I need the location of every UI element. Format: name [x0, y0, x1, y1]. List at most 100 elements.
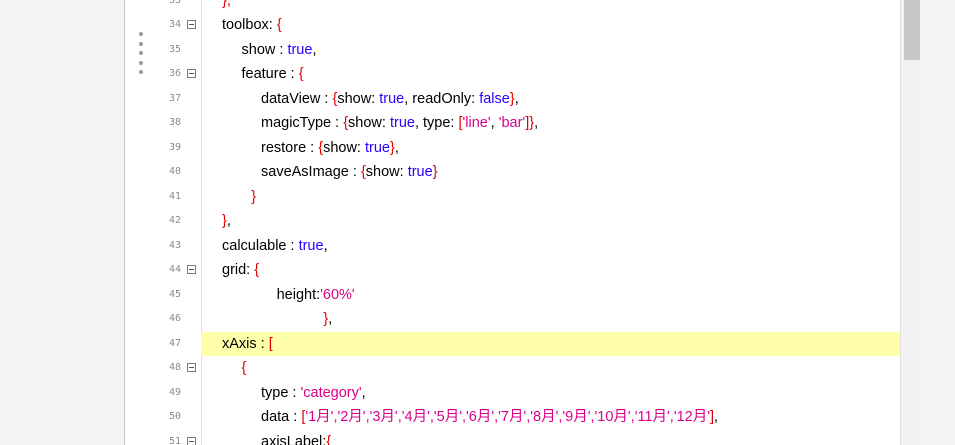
code-line[interactable]: 50 data : ['1月','2月','3月','4月','5月','6月',…	[125, 405, 900, 430]
line-number: 47	[169, 337, 182, 349]
fold-toggle-icon[interactable]	[187, 363, 196, 372]
code-punctuation: {	[254, 262, 260, 278]
code-string: '1月','2月','3月','4月','5月','6月','7月','8月',…	[305, 409, 710, 425]
code-token: show:	[365, 164, 408, 180]
code-line-active[interactable]: 47 xAxis : [	[125, 331, 900, 357]
code-token: ,	[226, 213, 231, 229]
code-line[interactable]: 42},	[125, 209, 900, 234]
active-line-highlight	[201, 331, 900, 356]
code-string: '60%'	[320, 286, 355, 303]
code-line[interactable]: 44 grid: {	[125, 258, 900, 283]
code-token: axisLabel:	[261, 433, 327, 445]
line-number: 37	[169, 92, 182, 104]
line-number: 42	[169, 215, 182, 226]
code-string: 'line'	[462, 115, 491, 131]
code-token: saveAsImage :	[261, 164, 361, 180]
code-punctuation: {	[326, 433, 332, 445]
code-line[interactable]: 33},	[125, 0, 900, 13]
code-text[interactable]: }	[251, 185, 256, 210]
code-line[interactable]: 41}	[125, 185, 900, 210]
code-text[interactable]: xAxis : [	[222, 332, 273, 357]
code-token: height:	[276, 286, 321, 303]
code-token: , type:	[414, 115, 459, 131]
code-punctuation: },	[222, 0, 231, 9]
fold-toggle-icon[interactable]	[187, 265, 196, 274]
code-text[interactable]: toolbox: {	[222, 13, 282, 38]
fold-toggle-icon[interactable]	[187, 69, 196, 78]
code-token: ,	[534, 115, 539, 131]
code-keyword: true	[298, 237, 324, 254]
code-punctuation: }	[432, 164, 438, 180]
line-number: 35	[169, 43, 182, 55]
line-number: 43	[169, 239, 182, 251]
code-line[interactable]: 36 feature : {	[125, 62, 900, 87]
code-token: ,	[312, 41, 317, 58]
code-token: feature :	[241, 66, 299, 82]
code-token: restore :	[261, 139, 319, 156]
code-keyword: true	[389, 115, 415, 131]
code-editor[interactable]: 33}, 34 toolbox: {35 show : true, 36 feature …	[125, 0, 922, 445]
code-keyword: true	[407, 164, 433, 180]
line-number: 33	[169, 0, 182, 6]
code-token: ,	[514, 90, 519, 107]
code-text[interactable]: data : ['1月','2月','3月','4月','5月','6月','7…	[261, 405, 718, 430]
code-text[interactable]: },	[222, 0, 231, 13]
code-text[interactable]: axisLabel:{	[261, 430, 331, 445]
code-text[interactable]: saveAsImage : {show: true}	[261, 160, 438, 185]
code-text[interactable]: calculable : true,	[222, 234, 328, 259]
code-line[interactable]: 49 type : 'category',	[125, 381, 900, 406]
right-page-margin	[922, 0, 955, 445]
code-text[interactable]: },	[323, 307, 332, 332]
code-line[interactable]: 37 dataView : {show: true, readOnly: fals…	[125, 87, 900, 112]
code-token: type :	[261, 384, 301, 401]
code-punctuation: }	[251, 188, 257, 205]
code-token: show :	[241, 41, 288, 58]
code-keyword: true	[364, 139, 390, 156]
code-line[interactable]: 39 restore : {show: true},	[125, 136, 900, 161]
code-text[interactable]: {	[242, 356, 247, 381]
code-token: show:	[337, 90, 380, 107]
code-token: show:	[348, 115, 390, 131]
code-text[interactable]: type : 'category',	[261, 381, 366, 406]
code-text[interactable]: grid: {	[222, 258, 259, 283]
code-text[interactable]: magicType : {show: true, type: ['line', …	[261, 111, 538, 136]
line-number: 39	[169, 141, 182, 153]
code-area[interactable]: 33}, 34 toolbox: {35 show : true, 36 feature …	[125, 0, 900, 445]
code-token: grid:	[222, 262, 255, 278]
code-token: ,	[361, 384, 366, 401]
code-punctuation: [	[268, 335, 273, 352]
line-number: 46	[169, 313, 182, 324]
fold-toggle-icon[interactable]	[187, 20, 196, 29]
code-line[interactable]: 40 saveAsImage : {show: true}	[125, 160, 900, 185]
code-token: calculable :	[222, 237, 299, 254]
scrollbar-thumb[interactable]	[904, 0, 920, 60]
code-keyword: true	[287, 41, 313, 58]
code-token: magicType :	[261, 115, 344, 131]
code-line[interactable]: 45 height:'60%'	[125, 283, 900, 308]
code-token: ,	[490, 115, 499, 131]
code-line[interactable]: 46},	[125, 307, 900, 332]
code-token: ,	[323, 237, 328, 254]
code-line[interactable]: 34 toolbox: {	[125, 13, 900, 38]
code-line[interactable]: 51 axisLabel:{	[125, 430, 900, 445]
code-token: xAxis :	[222, 335, 269, 352]
code-token: dataView :	[261, 90, 333, 107]
code-token: , readOnly:	[404, 90, 480, 107]
fold-toggle-icon[interactable]	[187, 436, 196, 445]
line-number: 40	[169, 166, 182, 177]
code-keyword: false	[479, 90, 510, 107]
code-text[interactable]: dataView : {show: true, readOnly: false}…	[261, 87, 519, 112]
code-line[interactable]: 35 show : true,	[125, 38, 900, 63]
code-text[interactable]: },	[222, 209, 231, 234]
code-text[interactable]: show : true,	[242, 38, 317, 63]
vertical-scrollbar[interactable]	[900, 0, 922, 445]
code-line[interactable]: 43 calculable : true,	[125, 234, 900, 259]
code-line[interactable]: 38 magicType : {show: true, type: ['line'…	[125, 111, 900, 136]
line-number: 49	[169, 386, 182, 398]
line-number: 50	[169, 411, 182, 422]
code-line[interactable]: 48{	[125, 356, 900, 381]
code-text[interactable]: restore : {show: true},	[261, 136, 399, 161]
code-text[interactable]: height:'60%'	[277, 283, 355, 308]
code-text[interactable]: feature : {	[242, 62, 304, 87]
code-string: 'category'	[300, 384, 362, 401]
